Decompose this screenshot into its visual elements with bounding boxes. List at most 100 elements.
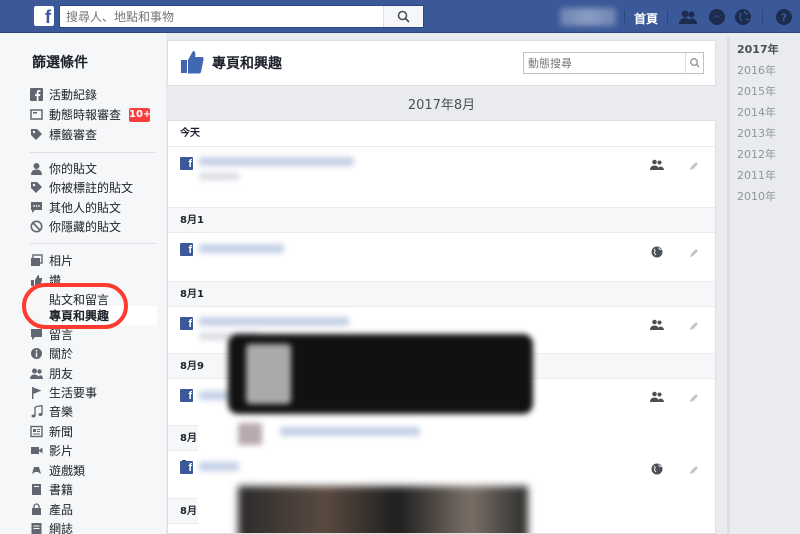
search-box[interactable] bbox=[59, 5, 424, 28]
sidebar-item-videos[interactable]: 影片 bbox=[30, 441, 160, 460]
blurred-entry-text bbox=[280, 427, 420, 436]
home-link[interactable]: 首頁 bbox=[634, 10, 658, 27]
day-header: 8月1 bbox=[168, 207, 715, 233]
friends-audience-icon[interactable] bbox=[650, 319, 664, 331]
sidebar-item-others-posts[interactable]: 其他人的貼文 bbox=[30, 198, 160, 217]
thumbs-up-icon bbox=[181, 51, 204, 74]
activity-search-box[interactable] bbox=[523, 52, 704, 74]
fb-square-icon: f bbox=[180, 157, 193, 170]
news-icon bbox=[30, 425, 43, 438]
top-bar: f 首頁 ? bbox=[0, 0, 800, 33]
sidebar-item-notes[interactable]: 網誌 bbox=[30, 519, 160, 534]
search-icon bbox=[690, 58, 700, 68]
sidebar-item-label: 動態時報審查 bbox=[49, 108, 122, 122]
sidebar-item-news[interactable]: 新聞 bbox=[30, 422, 160, 441]
facebook-logo-icon[interactable]: f bbox=[34, 6, 54, 26]
flag-icon bbox=[32, 387, 42, 399]
divider bbox=[762, 10, 763, 24]
activity-search-button[interactable] bbox=[685, 53, 703, 73]
profile-name-link[interactable] bbox=[560, 8, 616, 26]
edit-pencil-icon[interactable] bbox=[688, 247, 700, 259]
year-timeline: 2017年 2016年 2015年 2014年 2013年 2012年 2011… bbox=[727, 37, 800, 534]
sidebar-item-tagged-posts[interactable]: 你被標註的貼文 bbox=[30, 178, 160, 197]
sidebar-item-label: 產品 bbox=[49, 503, 74, 517]
divider bbox=[30, 152, 156, 153]
year-link[interactable]: 2015年 bbox=[737, 83, 776, 99]
search-input[interactable] bbox=[60, 6, 380, 27]
blurred-thumbnail bbox=[238, 423, 262, 445]
edit-pencil-icon[interactable] bbox=[688, 392, 700, 404]
friends-icon bbox=[30, 368, 43, 379]
sidebar-item-music[interactable]: 音樂 bbox=[30, 402, 160, 421]
activity-search-input[interactable] bbox=[524, 53, 684, 73]
comment-icon bbox=[31, 329, 42, 340]
sidebar-item-your-posts[interactable]: 你的貼文 bbox=[30, 159, 160, 178]
video-icon bbox=[31, 447, 43, 454]
notes-icon bbox=[31, 523, 42, 534]
year-link[interactable]: 2010年 bbox=[737, 188, 776, 204]
sidebar-item-label: 活動紀錄 bbox=[49, 88, 98, 102]
section-header: 專頁和興趣 bbox=[167, 40, 716, 86]
fb-square-icon bbox=[30, 88, 43, 101]
public-globe-icon[interactable] bbox=[650, 246, 664, 258]
friends-audience-icon[interactable] bbox=[650, 391, 664, 403]
game-icon bbox=[32, 467, 41, 474]
blurred-entry-time bbox=[199, 173, 239, 180]
sidebar-item-photos[interactable]: 相片 bbox=[30, 251, 160, 270]
blurred-entry-text bbox=[199, 244, 284, 253]
sidebar-item-label: 生活要事 bbox=[49, 386, 98, 400]
year-link[interactable]: 2014年 bbox=[737, 104, 776, 120]
edit-pencil-icon[interactable] bbox=[688, 320, 700, 332]
edit-pencil-icon[interactable] bbox=[688, 464, 700, 476]
sidebar-item-label: 朋友 bbox=[49, 367, 74, 381]
search-icon bbox=[397, 10, 410, 23]
messenger-icon[interactable] bbox=[708, 8, 726, 26]
sidebar-item-label: 書籍 bbox=[49, 483, 74, 497]
month-label: 2017年8月 bbox=[407, 98, 476, 113]
sidebar-item-label: 相片 bbox=[49, 254, 74, 268]
sidebar-item-label: 音樂 bbox=[49, 405, 74, 419]
notifications-globe-icon[interactable] bbox=[734, 8, 752, 26]
year-link[interactable]: 2017年 bbox=[737, 41, 779, 57]
sidebar-item-activity-log[interactable]: 活動紀錄 bbox=[30, 85, 160, 104]
edit-pencil-icon[interactable] bbox=[688, 160, 700, 172]
tag-icon bbox=[31, 182, 42, 193]
fb-square-icon: f bbox=[180, 389, 193, 402]
year-link[interactable]: 2012年 bbox=[737, 146, 776, 162]
sidebar-item-games[interactable]: 遊戲類 bbox=[30, 461, 160, 480]
day-header: 8月1 bbox=[168, 281, 715, 307]
activity-feed: 今天 f 8月1 f 8月1 f 8月9 f 8月6 f 8月3 bbox=[167, 120, 716, 534]
sidebar-item-friends[interactable]: 朋友 bbox=[30, 364, 160, 383]
sidebar-item-life-events[interactable]: 生活要事 bbox=[30, 383, 160, 402]
sidebar-item-books[interactable]: 書籍 bbox=[30, 480, 160, 499]
sidebar-item-label: 關於 bbox=[49, 347, 74, 361]
sidebar-item-about[interactable]: 關於 bbox=[30, 344, 160, 363]
tag-icon bbox=[31, 129, 42, 140]
help-icon[interactable]: ? bbox=[775, 8, 793, 26]
sidebar-item-hidden-posts[interactable]: 你隱藏的貼文 bbox=[30, 217, 160, 236]
book-icon bbox=[32, 484, 41, 495]
music-icon bbox=[31, 405, 43, 418]
year-link[interactable]: 2011年 bbox=[737, 167, 776, 183]
sidebar-item-products[interactable]: 產品 bbox=[30, 500, 160, 519]
sidebar-item-label: 標籤審查 bbox=[49, 128, 98, 142]
divider bbox=[624, 10, 625, 24]
year-link[interactable]: 2016年 bbox=[737, 62, 776, 78]
divider bbox=[667, 10, 668, 24]
sidebar-item-tag-review[interactable]: 標籤審查 bbox=[30, 125, 160, 144]
search-button[interactable] bbox=[383, 6, 423, 27]
day-header: 今天 bbox=[168, 121, 715, 147]
friends-audience-icon[interactable] bbox=[650, 159, 664, 171]
sidebar-item-label: 影片 bbox=[49, 444, 74, 458]
sidebar-item-label: 你隱藏的貼文 bbox=[49, 220, 122, 234]
highlight-circle-annotation bbox=[22, 283, 128, 329]
day-header: 8月3 bbox=[168, 498, 198, 533]
year-link[interactable]: 2013年 bbox=[737, 125, 776, 141]
blurred-shared-card bbox=[228, 334, 533, 414]
friend-requests-icon[interactable] bbox=[679, 8, 697, 26]
public-globe-icon[interactable] bbox=[650, 463, 664, 475]
sidebar-item-label: 你被標註的貼文 bbox=[49, 181, 134, 195]
sidebar-item-label: 新聞 bbox=[49, 425, 74, 439]
sidebar-item-label: 其他人的貼文 bbox=[49, 201, 122, 215]
sidebar-item-label: 網誌 bbox=[49, 522, 74, 534]
